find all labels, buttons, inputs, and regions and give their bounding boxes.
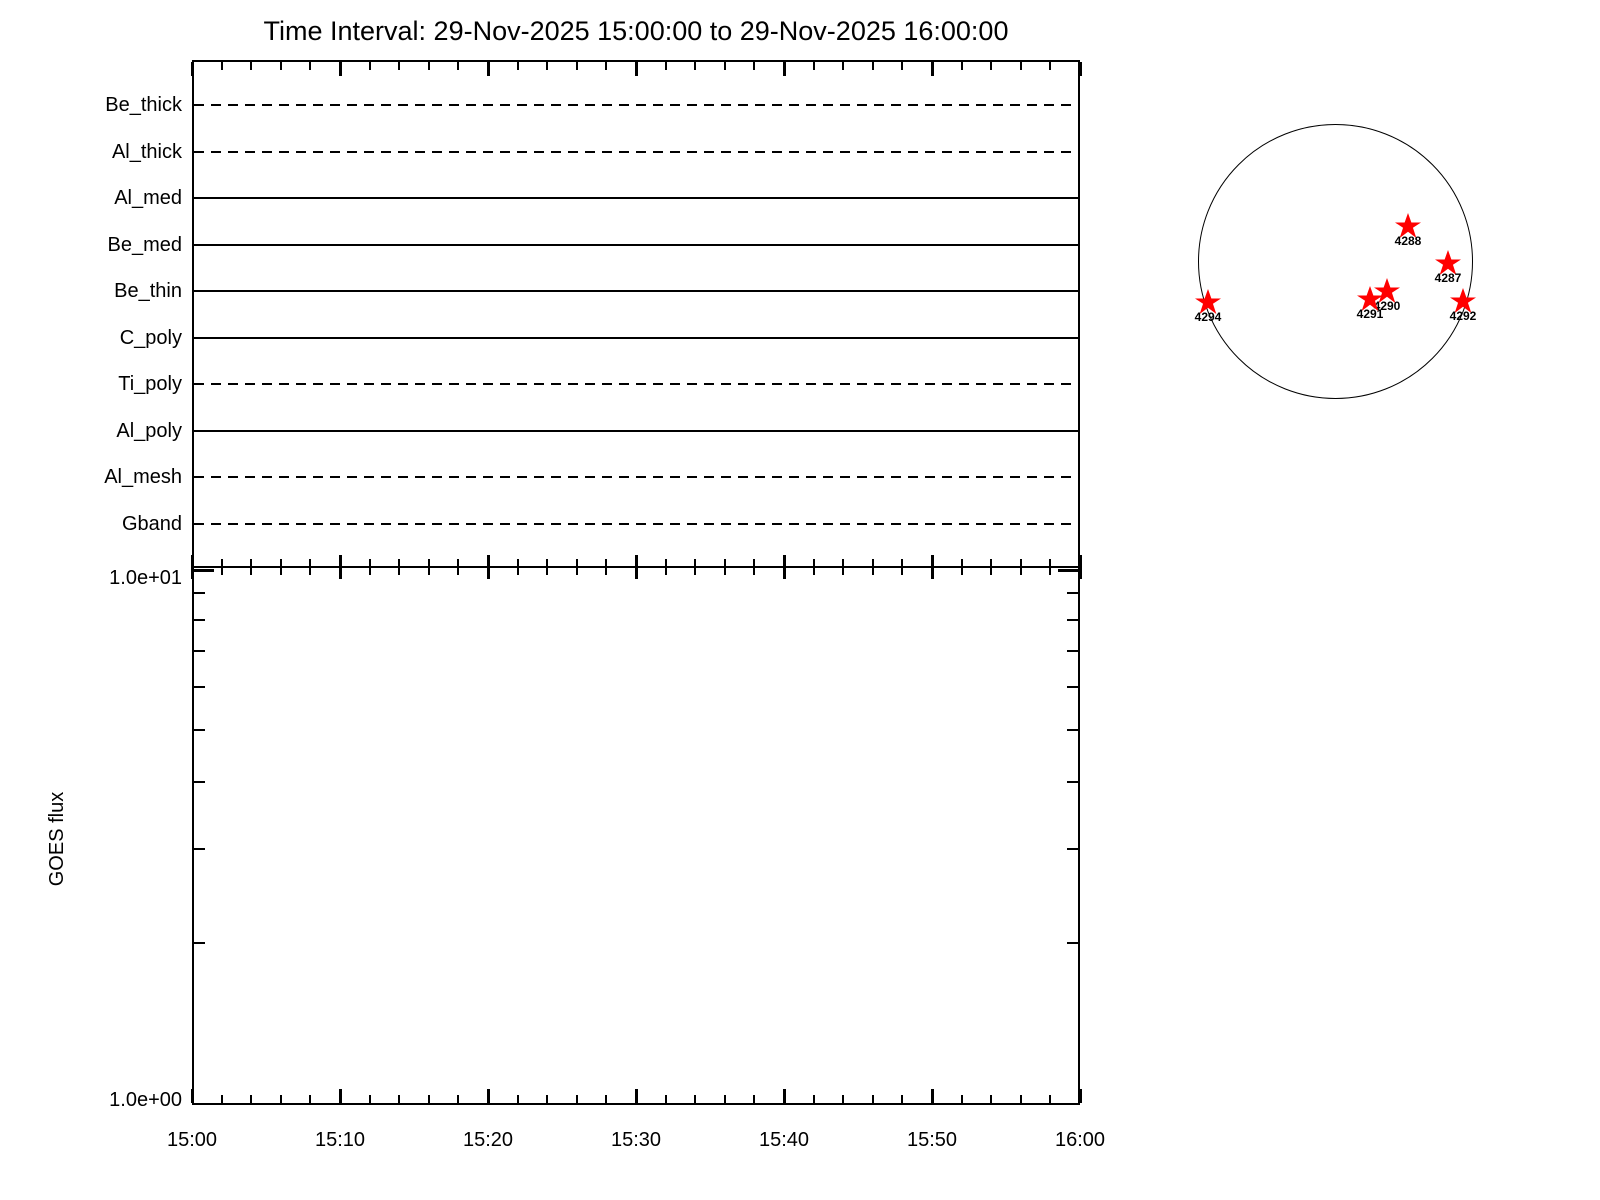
active-region-markers: 4288 4287 4290 4291 4292 4294 bbox=[0, 0, 1600, 1200]
active-region-label-4291: 4291 bbox=[1356, 307, 1384, 321]
active-region-label-4292: 4292 bbox=[1449, 309, 1477, 323]
active-region-label-4287: 4287 bbox=[1434, 271, 1462, 285]
plot-canvas: { "title": "Time Interval: 29-Nov-2025 1… bbox=[0, 0, 1600, 1200]
active-region-label-4294: 4294 bbox=[1194, 310, 1222, 324]
active-region-label-4288: 4288 bbox=[1394, 234, 1422, 248]
